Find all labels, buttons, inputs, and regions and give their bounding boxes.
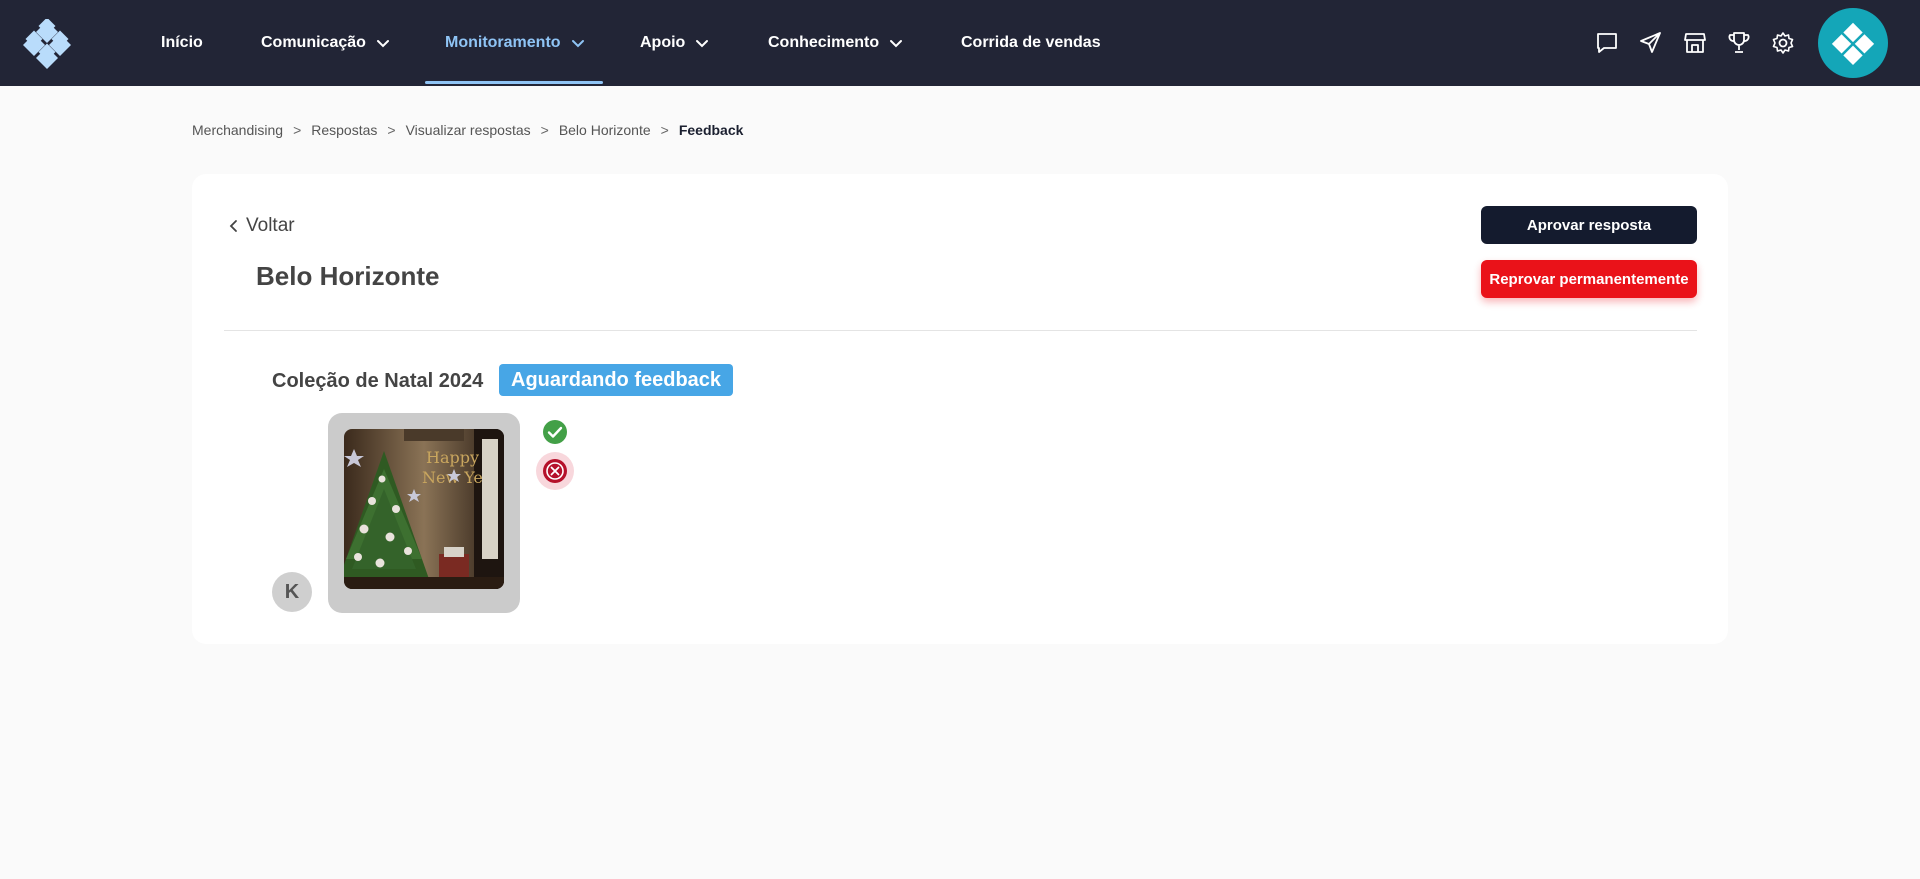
breadcrumb-separator: >	[387, 122, 396, 138]
breadcrumb-current: Feedback	[678, 122, 744, 138]
nav-item-conhecimento[interactable]: Conhecimento	[768, 0, 903, 86]
chevron-down-icon	[890, 40, 903, 48]
nav-item-label: Comunicação	[261, 34, 366, 51]
back-button[interactable]: Voltar	[228, 215, 295, 237]
approve-response-button[interactable]: Aprovar resposta	[1481, 206, 1697, 244]
feedback-card: Voltar Belo Horizonte Aprovar resposta R…	[192, 174, 1728, 644]
breadcrumb-separator: >	[540, 122, 549, 138]
divider	[224, 330, 1697, 331]
nav-item-label: Monitoramento	[445, 34, 561, 51]
chat-icon[interactable]	[1594, 30, 1620, 56]
response-photo[interactable]: Happy New Ye	[344, 429, 504, 589]
svg-text:Happy: Happy	[426, 448, 479, 467]
top-navbar: Início Comunicação Monitoramento Apoio C…	[0, 0, 1920, 86]
chevron-down-icon	[376, 40, 389, 48]
breadcrumb-merchandising[interactable]: Merchandising	[192, 122, 283, 138]
status-badge: Aguardando feedback	[499, 364, 734, 396]
page-title: Belo Horizonte	[256, 261, 440, 291]
reject-photo-button[interactable]	[536, 452, 574, 490]
nav-item-comunicacao[interactable]: Comunicação	[261, 0, 390, 86]
active-nav-indicator	[425, 81, 603, 84]
trophy-icon[interactable]	[1726, 30, 1752, 56]
nav-item-label: Apoio	[640, 34, 686, 51]
breadcrumb-visualizar-respostas[interactable]: Visualizar respostas	[406, 122, 531, 138]
user-initial: K	[284, 580, 300, 603]
chevron-left-icon	[229, 220, 237, 232]
nav-item-label: Conhecimento	[768, 34, 880, 51]
collection-title: Coleção de Natal 2024	[272, 370, 484, 392]
brand-logo-icon[interactable]	[22, 17, 72, 69]
reject-permanently-button[interactable]: Reprovar permanentemente	[1481, 260, 1697, 298]
christmas-tree-photo: Happy New Ye	[344, 429, 504, 589]
nav-item-monitoramento[interactable]: Monitoramento	[445, 0, 585, 86]
nav-item-label: Corrida de vendas	[961, 34, 1101, 51]
breadcrumb-separator: >	[660, 122, 669, 138]
send-icon[interactable]	[1638, 30, 1664, 56]
brand-logo-icon	[1831, 22, 1875, 65]
gear-icon[interactable]	[1770, 30, 1796, 56]
breadcrumb-belo-horizonte[interactable]: Belo Horizonte	[559, 122, 651, 138]
chevron-down-icon	[696, 40, 709, 48]
user-avatar: K	[272, 572, 312, 612]
photo-frame: Happy New Ye	[328, 413, 520, 613]
nav-item-corrida-de-vendas[interactable]: Corrida de vendas	[961, 0, 1101, 86]
reject-photo-icon	[543, 459, 567, 483]
breadcrumb-respostas[interactable]: Respostas	[311, 122, 377, 138]
store-icon[interactable]	[1682, 30, 1708, 56]
breadcrumb-separator: >	[293, 122, 302, 138]
user-profile-avatar[interactable]	[1818, 8, 1888, 78]
approve-photo-icon[interactable]	[542, 419, 568, 445]
back-label: Voltar	[246, 215, 295, 236]
chevron-down-icon	[571, 40, 584, 48]
nav-item-apoio[interactable]: Apoio	[640, 0, 709, 86]
nav-item-inicio[interactable]: Início	[161, 0, 203, 86]
nav-item-label: Início	[161, 34, 203, 51]
breadcrumb: Merchandising > Respostas > Visualizar r…	[192, 121, 743, 139]
